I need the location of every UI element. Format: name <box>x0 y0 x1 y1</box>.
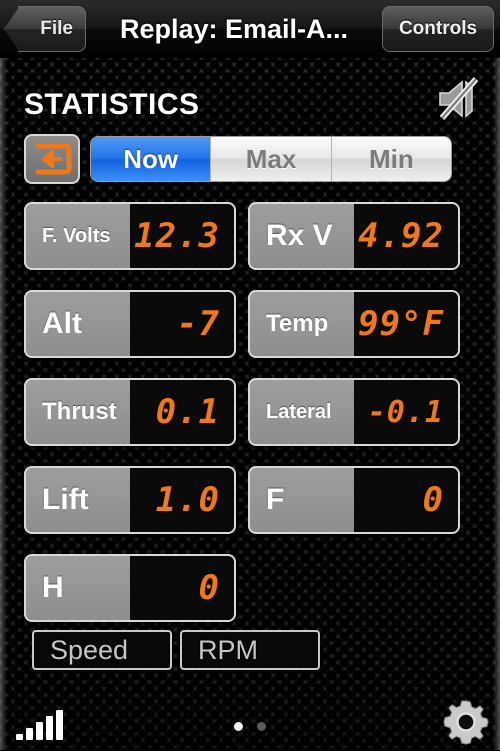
segment-now-label: Now <box>123 143 179 174</box>
stat-card-f[interactable]: F 0 <box>248 466 460 534</box>
stat-card-lift[interactable]: Lift 1.0 <box>24 466 236 534</box>
segment-max[interactable]: Max <box>210 137 331 181</box>
page-indicator-dots[interactable] <box>0 722 500 731</box>
stat-label: Lateral <box>250 380 354 444</box>
stat-label: F <box>250 468 354 532</box>
file-back-label: File <box>40 18 73 39</box>
stats-panel: STATISTICS Now Max Min F. Volts 12.3 Rx … <box>0 58 500 750</box>
rpm-label: RPM <box>198 634 258 665</box>
stat-label: Alt <box>26 292 130 356</box>
mute-speaker-icon[interactable] <box>430 70 488 128</box>
stat-label: Lift <box>26 468 130 532</box>
controls-button[interactable]: Controls <box>382 6 494 52</box>
segment-min-label: Min <box>368 143 414 174</box>
mode-row: Now Max Min <box>24 134 476 184</box>
return-arrow-button[interactable] <box>24 134 80 184</box>
page-dot-1[interactable] <box>234 722 243 731</box>
bottom-bar <box>0 696 500 750</box>
page-title: Replay: Email-A... <box>119 13 349 44</box>
file-back-button[interactable]: File <box>4 6 86 52</box>
speed-label: Speed <box>50 634 129 665</box>
stat-value: 12.3 <box>130 204 234 268</box>
stat-card-rx-v[interactable]: Rx V 4.92 <box>248 202 460 270</box>
page-dot-2[interactable] <box>257 722 266 731</box>
stat-card-thrust[interactable]: Thrust 0.1 <box>24 378 236 446</box>
stat-value: 0 <box>354 468 458 532</box>
controls-label: Controls <box>398 18 478 39</box>
stat-label: F. Volts <box>26 204 130 268</box>
stat-label: H <box>26 556 130 620</box>
stat-value: 99°F <box>354 292 458 356</box>
stat-card-h[interactable]: H 0 <box>24 554 236 622</box>
settings-gear-button[interactable] <box>442 698 490 746</box>
stat-card-lateral[interactable]: Lateral -0.1 <box>248 378 460 446</box>
return-arrow-icon <box>35 143 72 175</box>
stat-value: 0 <box>130 556 234 620</box>
segment-min[interactable]: Min <box>330 137 451 181</box>
stat-card-temp[interactable]: Temp 99°F <box>248 290 460 358</box>
stat-label: Thrust <box>26 380 130 444</box>
mode-segmented-control[interactable]: Now Max Min <box>90 136 452 182</box>
gear-icon <box>443 700 489 745</box>
stats-heading: STATISTICS <box>24 88 200 121</box>
stat-value: -0.1 <box>354 380 458 444</box>
stat-card-f-volts[interactable]: F. Volts 12.3 <box>24 202 236 270</box>
stat-value: 1.0 <box>130 468 234 532</box>
segment-now[interactable]: Now <box>91 137 211 181</box>
stat-card-alt[interactable]: Alt -7 <box>24 290 236 358</box>
rpm-button[interactable]: RPM <box>180 630 320 670</box>
stat-label: Rx V <box>250 204 354 268</box>
stat-label: Temp <box>250 292 354 356</box>
stat-value: 0.1 <box>130 380 234 444</box>
stat-value: -7 <box>130 292 234 356</box>
speed-button[interactable]: Speed <box>32 630 172 670</box>
title-bar: File Replay: Email-A... Controls <box>0 0 500 58</box>
segment-max-label: Max <box>245 143 297 174</box>
stat-value: 4.92 <box>354 204 458 268</box>
